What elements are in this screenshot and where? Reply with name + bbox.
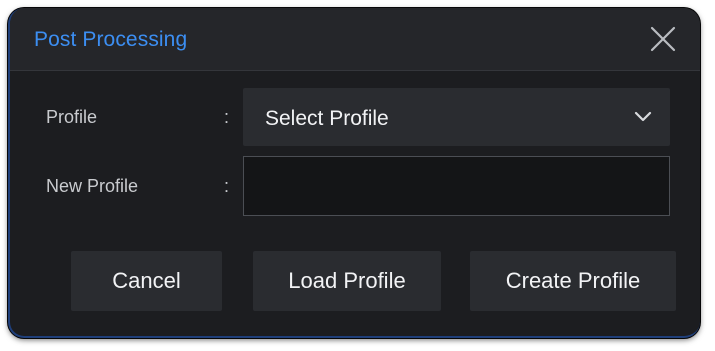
dialog-title: Post Processing bbox=[34, 28, 188, 51]
close-button[interactable] bbox=[648, 24, 678, 54]
new-profile-input[interactable] bbox=[243, 156, 670, 216]
cancel-button[interactable]: Cancel bbox=[71, 251, 222, 311]
new-profile-label: New Profile bbox=[46, 176, 139, 196]
profile-label: Profile bbox=[46, 107, 98, 127]
load-profile-button[interactable]: Load Profile bbox=[253, 251, 441, 311]
create-profile-button[interactable]: Create Profile bbox=[470, 251, 676, 311]
close-icon bbox=[650, 26, 676, 52]
post-processing-dialog: Post Processing Profile : Select Profile… bbox=[8, 8, 700, 338]
profile-select-value: Select Profile bbox=[265, 107, 389, 130]
chevron-down-icon bbox=[634, 111, 652, 122]
new-profile-separator: : bbox=[224, 176, 230, 196]
profile-separator: : bbox=[224, 107, 230, 127]
profile-select[interactable]: Select Profile bbox=[243, 88, 670, 146]
dialog-titlebar: Post Processing bbox=[10, 8, 700, 71]
